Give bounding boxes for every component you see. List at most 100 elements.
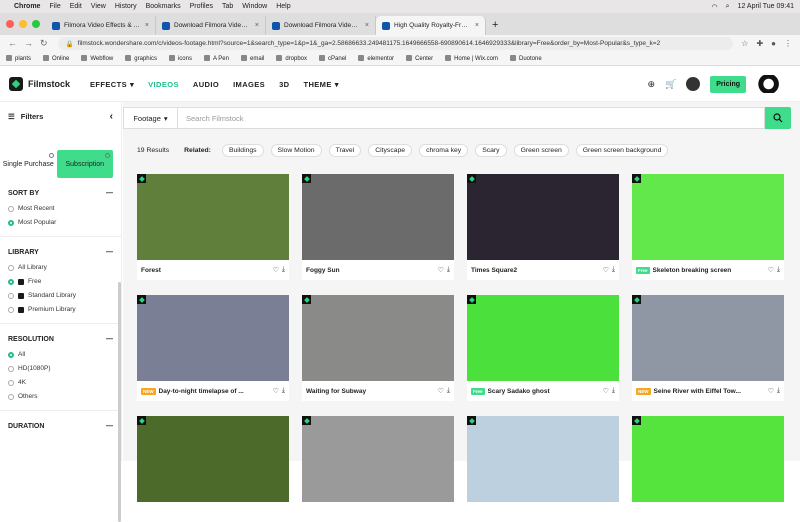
download-icon[interactable]: ⤓ [282,266,285,274]
menu-item-edit[interactable]: Edit [70,3,82,10]
related-tag[interactable]: Green screen background [575,144,669,157]
back-arrow-icon[interactable]: ← [8,38,17,49]
heart-icon[interactable]: ♡ [273,387,279,395]
reload-icon[interactable]: ↻ [40,38,48,49]
filter-option[interactable]: Most Popular [8,219,113,226]
download-icon[interactable]: ⤓ [447,266,450,274]
menu-item-view[interactable]: View [91,3,106,10]
minimize-window-button[interactable] [19,20,27,28]
close-tab-icon[interactable]: × [255,22,259,29]
radio-button[interactable] [8,205,14,212]
bookmark-item[interactable]: icons [169,55,192,62]
collapse-chevron-icon[interactable]: ‹ [110,111,113,122]
cart-icon[interactable]: 🛒 [665,79,676,90]
video-card[interactable]: Free Skeleton breaking screen ♡ ⤓ [632,174,784,280]
related-tag[interactable]: Slow Motion [270,144,322,157]
sort-by-title[interactable]: SORT BY — [8,188,113,198]
user-avatar[interactable] [686,77,701,91]
menu-item-history[interactable]: History [115,3,137,10]
bookmark-item[interactable]: Home | Wix.com [445,55,498,62]
radio-button[interactable] [8,351,14,358]
close-window-button[interactable] [6,20,14,28]
filter-option[interactable]: All Library [8,264,113,271]
bookmark-item[interactable]: graphics [125,55,157,62]
download-icon[interactable]: ⤓ [612,266,615,274]
zoom-window-button[interactable] [32,20,40,28]
bookmark-item[interactable]: Duotone [510,55,542,62]
video-card[interactable] [632,416,784,502]
video-card[interactable] [137,416,289,502]
bookmark-item[interactable]: Center [406,55,433,62]
video-thumbnail[interactable] [302,174,454,260]
heart-icon[interactable]: ♡ [603,387,609,395]
heart-icon[interactable]: ♡ [603,266,609,274]
related-tag[interactable]: Travel [328,144,362,157]
duration-title[interactable]: DURATION — [8,421,113,431]
library-title[interactable]: LIBRARY — [8,247,113,257]
video-card[interactable]: Times Square2 ♡ ⤓ [467,174,619,280]
download-icon[interactable]: ⤓ [282,387,285,395]
radio-button[interactable] [8,365,14,372]
forward-arrow-icon[interactable]: → [24,38,33,49]
filmstock-logo[interactable]: Filmstock [9,77,70,91]
category-dropdown[interactable]: Footage ▾ [123,107,178,129]
search-input[interactable]: Search Filmstock [178,107,765,129]
nav-3d[interactable]: 3D [279,80,289,89]
menu-kebab-icon[interactable]: ⋮ [784,39,792,48]
video-card[interactable]: NEW Seine River with Eiffel Tow... ♡ ⤓ [632,295,784,401]
heart-icon[interactable]: ♡ [273,266,279,274]
related-tag[interactable]: Scary [475,144,507,157]
menu-item-window[interactable]: Window [242,3,267,10]
nav-videos[interactable]: VIDEOS [148,80,179,89]
clock[interactable]: 12 April Tue 09:41 [738,3,794,10]
filter-option[interactable]: Others [8,393,113,400]
video-card[interactable]: Waiting for Subway ♡ ⤓ [302,295,454,401]
bookmark-star-icon[interactable]: ☆ [741,39,748,48]
heart-icon[interactable]: ♡ [438,266,444,274]
profile-icon[interactable]: ● [771,39,776,48]
download-icon[interactable]: ⤓ [447,387,450,395]
subscription-tab[interactable]: Subscription [56,150,113,178]
new-tab-button[interactable]: + [492,19,498,31]
related-tag[interactable]: Cityscape [368,144,413,157]
menu-item-help[interactable]: Help [276,3,290,10]
download-icon[interactable]: ⤓ [777,266,780,274]
pricing-button[interactable]: Pricing [710,75,746,93]
app-name[interactable]: Chrome [14,3,40,10]
menu-item-tab[interactable]: Tab [222,3,233,10]
heart-icon[interactable]: ♡ [768,266,774,274]
radio-button[interactable] [8,306,14,313]
video-card[interactable]: Free Scary Sadako ghost ♡ ⤓ [467,295,619,401]
nav-theme[interactable]: THEME ▾ [303,80,338,89]
browser-tab[interactable]: Filmora Video Effects & AE Tem × [46,16,156,35]
sidebar-scrollbar[interactable] [118,282,121,522]
video-thumbnail[interactable] [632,295,784,381]
close-tab-icon[interactable]: × [145,22,149,29]
related-tag[interactable]: chroma key [419,144,469,157]
video-thumbnail[interactable] [137,174,289,260]
video-thumbnail[interactable] [302,295,454,381]
video-card[interactable] [467,416,619,502]
bookmark-item[interactable]: dropbox [276,55,307,62]
download-icon[interactable]: ⤓ [777,387,780,395]
related-tag[interactable]: Green screen [513,144,569,157]
video-card[interactable] [302,416,454,502]
browser-tab[interactable]: Download Filmora Video Effects × [266,16,376,35]
filter-option[interactable]: Standard Library [8,292,113,299]
filter-option[interactable]: Free [8,278,113,285]
related-tag[interactable]: Buildings [221,144,264,157]
bookmark-item[interactable]: Webflow [81,55,113,62]
filter-option[interactable]: Premium Library [8,306,113,313]
radio-button[interactable] [8,278,14,285]
nav-audio[interactable]: AUDIO [193,80,219,89]
close-tab-icon[interactable]: × [365,22,369,29]
video-thumbnail[interactable] [137,416,289,502]
nav-images[interactable]: IMAGES [233,80,265,89]
bookmark-item[interactable]: email [241,55,264,62]
bookmark-item[interactable]: cPanel [319,55,346,62]
filter-option[interactable]: Most Recent [8,205,113,212]
video-thumbnail[interactable] [302,416,454,502]
radio-button[interactable] [8,219,14,226]
video-card[interactable]: Foggy Sun ♡ ⤓ [302,174,454,280]
filter-option[interactable]: 4K [8,379,113,386]
